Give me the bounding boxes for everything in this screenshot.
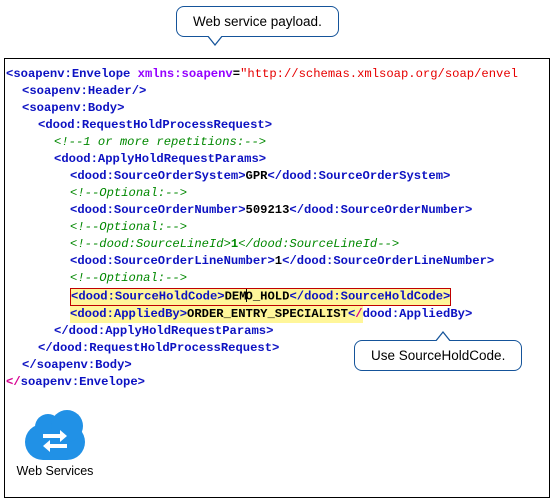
xml-tag: <dood:AppliedBy>	[70, 307, 187, 321]
xml-tag: <soapenv:Envelope	[6, 67, 138, 81]
xml-close-tag: </dood:RequestHoldProcessRequest>	[38, 341, 279, 355]
code-line: <dood:AppliedBy>ORDER_ENTRY_SPECIALIST</…	[6, 306, 550, 323]
xml-tag: <dood:ApplyHoldRequestParams>	[54, 152, 266, 166]
xml-slash: /	[355, 307, 362, 321]
xml-close-tag: </dood:ApplyHoldRequestParams>	[54, 324, 273, 338]
code-line: <dood:RequestHoldProcessRequest>	[6, 117, 550, 134]
xml-close-bracket: </	[6, 375, 21, 389]
xml-comment: <!--Optional:-->	[70, 186, 187, 200]
xml-tag: <dood:SourceOrderSystem>	[70, 169, 246, 183]
code-line: <soapenv:Envelope xmlns:soapenv="http://…	[6, 66, 550, 83]
code-line: <soapenv:Header/>	[6, 83, 550, 100]
xml-text: O_HOLD	[246, 290, 290, 304]
xml-tag: <dood:SourceOrderNumber>	[70, 203, 246, 217]
code-line: </soapenv:Envelope>	[6, 374, 550, 391]
highlight-source-hold-code: <dood:SourceHoldCode>DEMO_HOLD</dood:Sou…	[70, 288, 451, 306]
xml-close-tag: </dood:SourceOrderLineNumber>	[282, 254, 494, 268]
xml-text: 509213	[246, 203, 290, 217]
callout-sourceholdcode: Use SourceHoldCode.	[354, 340, 522, 371]
xml-eq: =	[233, 67, 240, 81]
xml-text: ORDER_ENTRY_SPECIALIST	[187, 307, 348, 321]
code-line: <!--Optional:-->	[6, 270, 550, 287]
code-line: <dood:ApplyHoldRequestParams>	[6, 151, 550, 168]
web-services-label: Web Services	[10, 464, 100, 478]
code-line: <soapenv:Body>	[6, 100, 550, 117]
callout-payload-text: Web service payload.	[193, 14, 322, 29]
xml-close-tag: </dood:SourceOrderNumber>	[289, 203, 472, 217]
xml-comment: <!--1 or more repetitions:-->	[54, 135, 266, 149]
arrow-left-icon	[49, 444, 67, 448]
code-line: </dood:ApplyHoldRequestParams>	[6, 323, 550, 340]
code-line: <dood:SourceOrderLineNumber>1</dood:Sour…	[6, 253, 550, 270]
xml-attr: xmlns:soapenv	[138, 67, 233, 81]
xml-tag: <soapenv:Header/>	[22, 84, 146, 98]
xml-close-tag: </soapenv:Body>	[22, 358, 132, 372]
highlight-applied-by: <dood:AppliedBy>ORDER_ENTRY_SPECIALIST</	[70, 306, 363, 323]
xml-tag: <soapenv:Body>	[22, 101, 124, 115]
callout-sourceholdcode-text: Use SourceHoldCode.	[371, 348, 505, 363]
code-line: <!--1 or more repetitions:-->	[6, 134, 550, 151]
xml-comment: <!--Optional:-->	[70, 271, 187, 285]
xml-comment: <!--dood:SourceLineId>	[70, 237, 231, 251]
cloud-arrows-icon	[25, 416, 85, 462]
code-line: <!--dood:SourceLineId>1</dood:SourceLine…	[6, 236, 550, 253]
xml-text: DEM	[225, 290, 247, 304]
xml-close-tag: dood:AppliedBy>	[363, 307, 473, 321]
code-line: <!--Optional:-->	[6, 185, 550, 202]
code-line: <dood:SourceOrderNumber>509213</dood:Sou…	[6, 202, 550, 219]
xml-tag: <dood:SourceOrderLineNumber>	[70, 254, 275, 268]
xml-close-tag: </dood:SourceHoldCode>	[289, 290, 450, 304]
xml-comment: <!--Optional:-->	[70, 220, 187, 234]
xml-string: "http://schemas.xmlsoap.org/soap/envel	[240, 67, 518, 81]
xml-tag: <dood:RequestHoldProcessRequest>	[38, 118, 272, 132]
code-line: <!--Optional:-->	[6, 219, 550, 236]
code-line: <dood:SourceOrderSystem>GPR</dood:Source…	[6, 168, 550, 185]
callout-payload: Web service payload.	[176, 6, 339, 37]
code-line: <dood:SourceHoldCode>DEMO_HOLD</dood:Sou…	[6, 287, 550, 306]
xml-close-tag: </dood:SourceOrderSystem>	[267, 169, 450, 183]
arrows-icon	[39, 432, 71, 452]
xml-tag: <dood:SourceHoldCode>	[71, 290, 225, 304]
xml-close-tag: soapenv:Envelope>	[21, 375, 145, 389]
web-services-block: Web Services	[10, 416, 100, 478]
xml-text: GPR	[246, 169, 268, 183]
xml-comment: </dood:SourceLineId-->	[238, 237, 399, 251]
arrow-right-icon	[43, 434, 61, 438]
